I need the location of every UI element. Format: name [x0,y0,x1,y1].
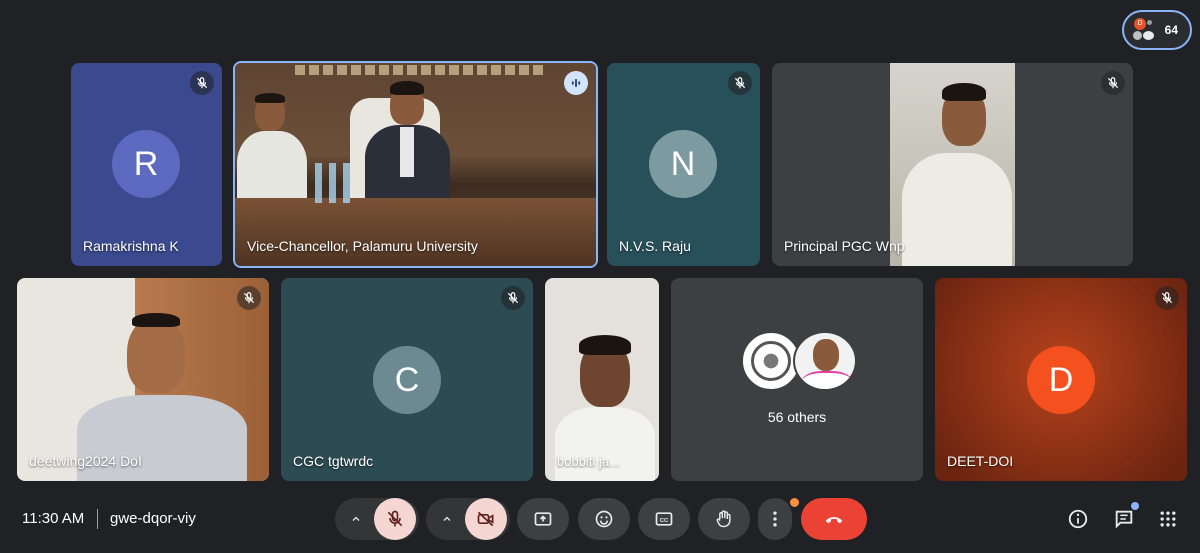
others-tile[interactable]: 56 others [671,278,923,481]
meeting-code: gwe-dqor-viy [110,510,196,527]
participant-name: deetwing2024 DoI [29,453,142,469]
person-speaker [360,81,455,205]
notification-dot [790,498,799,507]
participant-count-button[interactable]: D 64 [1122,10,1192,50]
participant-tile[interactable]: bobbiti ja... [545,278,659,481]
speaking-indicator-icon [564,71,588,95]
participant-name: bobbiti ja... [557,454,620,469]
participant-tile[interactable]: R Ramakrishna K [71,63,222,266]
participant-name: Vice-Chancellor, Palamuru University [247,238,478,254]
microphone-toggle-button[interactable] [374,498,416,540]
svg-text:CC: CC [660,518,669,524]
participant-tile[interactable]: D DEET-DOI [935,278,1187,481]
present-to-all-icon [534,512,552,526]
mic-off-icon [728,71,752,95]
chat-icon [1115,510,1133,529]
participant-count: 64 [1164,23,1178,37]
more-options-button[interactable] [758,498,792,540]
raise-hand-button[interactable] [698,498,750,540]
avatar: R [112,130,180,198]
person-left [237,93,307,213]
water-bottles [315,163,355,203]
leave-call-button[interactable] [801,498,867,540]
participant-tile[interactable]: deetwing2024 DoI [17,278,269,481]
raise-hand-icon [716,510,731,528]
avatar: N [649,130,717,198]
camera-toggle-button[interactable] [465,498,507,540]
bottom-control-bar: 11:30 AM gwe-dqor-viy CC [0,490,1200,553]
chat-notification-dot [1131,502,1139,510]
mic-options-chevron-icon[interactable] [338,498,374,540]
camera-options-chevron-icon[interactable] [429,498,465,540]
participant-tile-active-speaker[interactable]: Vice-Chancellor, Palamuru University [233,61,598,268]
captions-button[interactable]: CC [638,498,690,540]
participant-name: Ramakrishna K [83,238,179,254]
chat-button[interactable] [1111,502,1139,532]
participant-tile[interactable]: Principal PGC Wnp [772,63,1133,266]
participant-name: Principal PGC Wnp [784,238,905,254]
conference-table [235,198,596,266]
participant-name: CGC tgtwrdc [293,453,374,469]
meeting-details-button[interactable] [1065,506,1091,532]
university-logo-avatar [741,331,801,391]
others-count-label: 56 others [767,409,827,425]
info-icon [1068,509,1088,529]
mic-off-icon [237,286,261,310]
person-principal [897,83,1012,266]
mic-off-icon [387,510,403,527]
reactions-button[interactable] [578,498,630,540]
avatar: D [1027,346,1095,414]
activities-button[interactable] [1155,506,1181,532]
call-end-icon [825,517,843,524]
captions-icon: CC [655,512,673,526]
mic-off-icon [1101,71,1125,95]
emoji-icon [595,510,613,528]
apps-icon [1160,511,1176,527]
videocam-off-icon [477,511,494,527]
more-vert-icon [773,511,777,527]
wall-lettering [295,65,545,75]
mic-off-icon [501,286,525,310]
participant-tile[interactable]: C CGC tgtwrdc [281,278,533,481]
mic-off-icon [1155,286,1179,310]
participant-photo-avatar [793,331,857,391]
divider [97,509,98,529]
participant-avatars-icon: D [1132,18,1156,42]
participant-tile[interactable]: N N.V.S. Raju [607,63,760,266]
meeting-time: 11:30 AM [22,510,85,527]
present-screen-button[interactable] [517,498,569,540]
participant-name: DEET-DOI [947,453,1014,469]
avatar: C [373,346,441,414]
participant-name: N.V.S. Raju [619,238,691,254]
mic-off-icon [190,71,214,95]
